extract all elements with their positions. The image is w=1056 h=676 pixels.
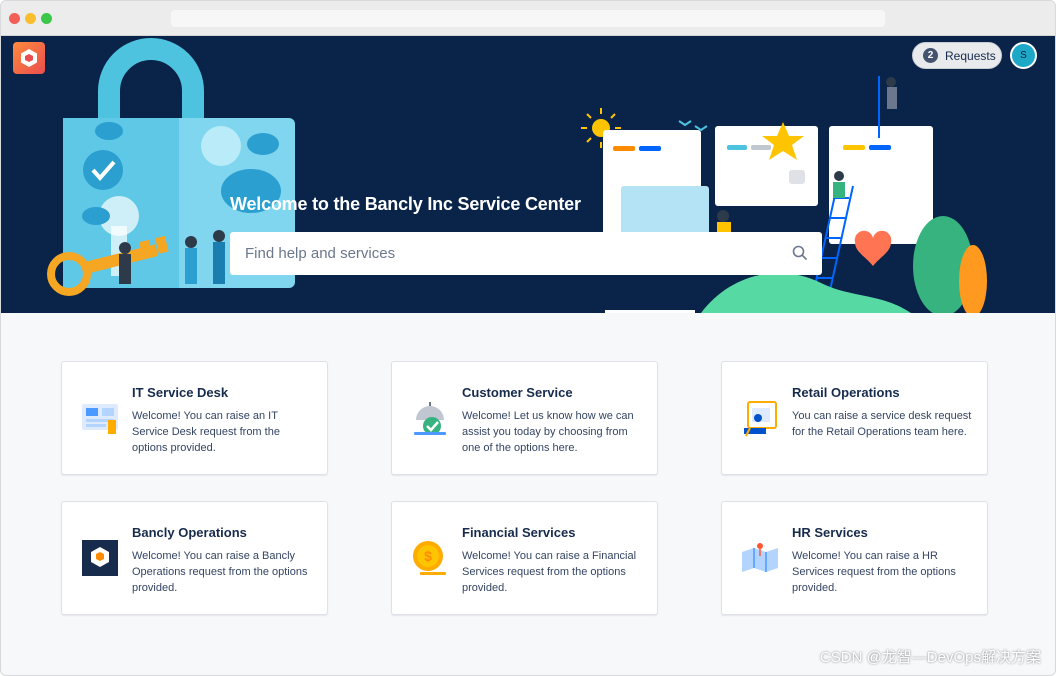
portal-card-retail-operations[interactable]: Retail Operations You can raise a servic… — [721, 361, 988, 475]
portal-card-financial-services[interactable]: $ Financial Services Welcome! You can ra… — [391, 501, 658, 615]
svg-text:$: $ — [424, 548, 432, 564]
bancly-operations-icon — [82, 540, 118, 576]
card-title: IT Service Desk — [132, 385, 229, 400]
card-description: Welcome! Let us know how we can assist y… — [462, 410, 634, 454]
hero-banner: 2 Requests S Welcome to the Bancly Inc S… — [1, 36, 1055, 313]
card-description: You can raise a service desk request for… — [792, 410, 972, 438]
page-title: Welcome to the Bancly Inc Service Center — [230, 194, 581, 214]
requests-button[interactable]: 2 Requests — [912, 42, 1002, 69]
card-title: Bancly Operations — [132, 525, 247, 540]
card-title: Financial Services — [462, 525, 576, 540]
portal-card-bancly-operations[interactable]: Bancly Operations Welcome! You can raise… — [61, 501, 328, 615]
search-icon[interactable] — [792, 245, 808, 261]
it-service-desk-icon — [82, 404, 118, 434]
address-bar[interactable] — [171, 10, 885, 27]
close-window-button[interactable] — [9, 13, 20, 24]
portal-card-customer-service[interactable]: Customer Service Welcome! Let us know ho… — [391, 361, 658, 475]
card-description: Welcome! You can raise a HR Services req… — [792, 550, 956, 594]
logo-icon — [21, 49, 37, 67]
minimize-window-button[interactable] — [25, 13, 36, 24]
maximize-window-button[interactable] — [41, 13, 52, 24]
card-description: Welcome! You can raise a Bancly Operatio… — [132, 550, 308, 594]
workspace-illustration — [581, 76, 987, 313]
search-box[interactable] — [230, 232, 822, 275]
customer-service-icon — [414, 402, 446, 435]
browser-window: 2 Requests S Welcome to the Bancly Inc S… — [0, 0, 1056, 676]
portal-card-hr-services[interactable]: HR Services Welcome! You can raise a HR … — [721, 501, 988, 615]
hr-services-icon — [742, 543, 778, 572]
browser-titlebar — [1, 1, 1055, 36]
card-description: Welcome! You can raise a Financial Servi… — [462, 550, 637, 594]
card-title: Customer Service — [462, 385, 573, 400]
portal-card-it-service-desk[interactable]: IT Service Desk Welcome! You can raise a… — [61, 361, 328, 475]
user-avatar[interactable]: S — [1010, 42, 1037, 69]
coin-icon: $ — [413, 541, 446, 575]
card-description: Welcome! You can raise an IT Service Des… — [132, 410, 280, 454]
card-title: Retail Operations — [792, 385, 900, 400]
requests-count-badge: 2 — [923, 48, 938, 63]
requests-label: Requests — [945, 48, 996, 63]
card-title: HR Services — [792, 525, 868, 540]
watermark-text: CSDN @龙智—DevOps解决方案 — [819, 649, 1041, 666]
retail-operations-icon — [744, 401, 777, 437]
search-input[interactable] — [243, 244, 767, 263]
